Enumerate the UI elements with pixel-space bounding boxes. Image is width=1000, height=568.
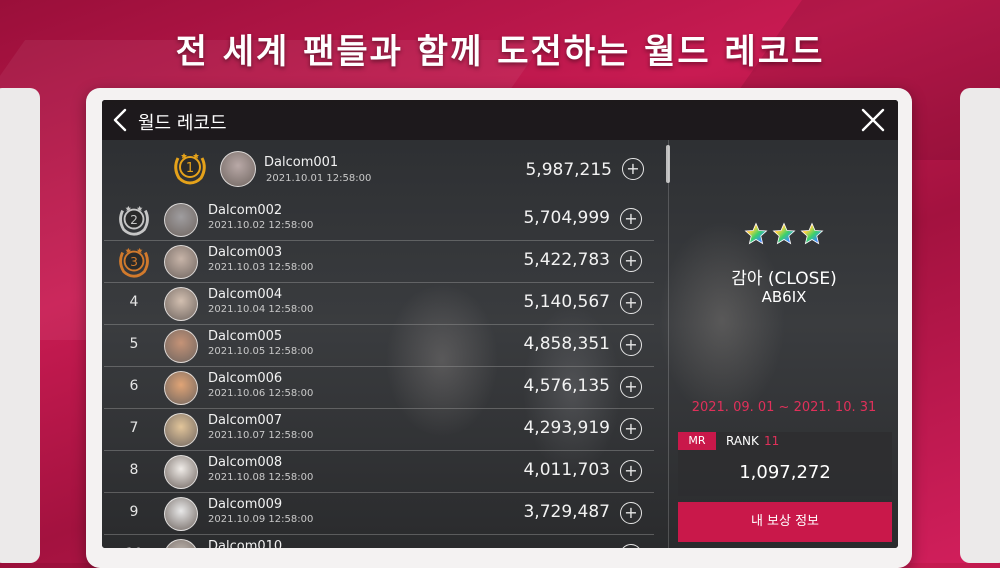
ranking-row[interactable]: 5 Dalcom005 2021.10.05 12:58:00 4,858,351 + bbox=[104, 324, 654, 367]
record-date: 2021.10.06 12:58:00 bbox=[208, 388, 314, 399]
record-date: 2021.10.03 12:58:00 bbox=[208, 262, 314, 273]
player-score: 5,704,999 bbox=[523, 208, 610, 228]
plus-circle-icon[interactable]: + bbox=[620, 250, 642, 272]
player-name: Dalcom003 bbox=[208, 245, 283, 260]
player-score: 5,987,215 bbox=[525, 160, 612, 180]
star-icon bbox=[744, 222, 768, 245]
rank-number: 7 bbox=[129, 420, 139, 436]
player-score: 5,140,567 bbox=[523, 292, 610, 312]
ranking-row[interactable]: 8 Dalcom008 2021.10.08 12:58:00 4,011,703 + bbox=[104, 450, 654, 493]
chevron-left-icon[interactable] bbox=[110, 107, 132, 133]
avatar bbox=[164, 371, 198, 405]
plus-circle-icon[interactable]: + bbox=[622, 158, 644, 180]
plus-circle-icon[interactable]: + bbox=[620, 376, 642, 398]
player-name: Dalcom010 bbox=[208, 539, 283, 548]
season-period: 2021. 09. 01 ~ 2021. 10. 31 bbox=[691, 400, 877, 415]
laurel-medal-icon: 1 bbox=[174, 153, 206, 185]
player-score: 4,576,135 bbox=[523, 376, 610, 396]
star-icon bbox=[800, 222, 824, 245]
plus-circle-icon[interactable]: + bbox=[620, 502, 642, 524]
plus-circle-icon[interactable]: + bbox=[620, 208, 642, 230]
world-record-screen: 월드 레코드 1 Dalcom001 2021.10.01 12:58:00 5,98… bbox=[102, 100, 898, 548]
avatar bbox=[164, 497, 198, 531]
my-score: 1,097,272 bbox=[739, 462, 831, 483]
record-date: 2021.10.01 12:58:00 bbox=[266, 173, 372, 184]
ranking-row[interactable]: 2 Dalcom002 2021.10.02 12:58:00 5,704,999 + bbox=[104, 198, 654, 241]
song-title: 감아 (CLOSE) bbox=[731, 269, 837, 289]
avatar bbox=[164, 455, 198, 489]
ranking-row[interactable]: 4 Dalcom004 2021.10.04 12:58:00 5,140,567 + bbox=[104, 282, 654, 325]
record-date: 2021.10.07 12:58:00 bbox=[208, 430, 314, 441]
screen-title: 월드 레코드 bbox=[138, 113, 227, 134]
plus-circle-icon[interactable]: + bbox=[620, 334, 642, 356]
medal-rank-number: 2 bbox=[130, 213, 138, 227]
player-score: 4,011,703 bbox=[523, 460, 610, 480]
my-record-box: MR RANK 11 1,097,272 bbox=[678, 432, 892, 496]
plus-circle-icon[interactable]: + bbox=[620, 460, 642, 482]
avatar bbox=[164, 245, 198, 279]
player-score: 5,422,783 bbox=[523, 250, 610, 270]
player-score: 3,729,487 bbox=[523, 502, 610, 522]
player-name: Dalcom001 bbox=[264, 155, 339, 170]
my-rank-label: RANK bbox=[726, 434, 759, 448]
avatar bbox=[164, 413, 198, 447]
screen-header: 월드 레코드 bbox=[102, 100, 898, 140]
laurel-medal-icon: 2 bbox=[119, 205, 149, 236]
song-info-panel: 감아 (CLOSE) AB6IX 2021. 09. 01 ~ 2021. 10… bbox=[670, 140, 898, 548]
ranking-row[interactable]: 1 Dalcom001 2021.10.01 12:58:00 5,987,215 + bbox=[102, 140, 664, 198]
plus-circle-icon[interactable]: + bbox=[620, 292, 642, 314]
plus-circle-icon[interactable]: + bbox=[620, 544, 642, 548]
player-name: Dalcom009 bbox=[208, 497, 283, 512]
ranking-row[interactable]: 9 Dalcom009 2021.10.09 12:58:00 3,729,487 + bbox=[104, 492, 654, 535]
avatar bbox=[164, 539, 198, 548]
difficulty-stars bbox=[670, 222, 898, 250]
previous-page-card bbox=[0, 88, 40, 563]
banner-title: 전 세계 팬들과 함께 도전하는 월드 레코드 bbox=[175, 32, 825, 72]
medal-rank-number: 1 bbox=[186, 161, 194, 176]
record-date: 2021.10.05 12:58:00 bbox=[208, 346, 314, 357]
rank-number: 8 bbox=[129, 462, 139, 478]
my-reward-info-button[interactable]: 내 보상 정보 bbox=[678, 502, 892, 542]
player-name: Dalcom002 bbox=[208, 203, 283, 218]
ranking-row[interactable]: 10 Dalcom010 + bbox=[104, 534, 654, 548]
record-date: 2021.10.04 12:58:00 bbox=[208, 304, 314, 315]
medal-rank-number: 3 bbox=[130, 255, 138, 269]
ranking-row[interactable]: 3 Dalcom003 2021.10.03 12:58:00 5,422,783 + bbox=[104, 240, 654, 283]
avatar bbox=[164, 329, 198, 363]
player-name: Dalcom005 bbox=[208, 329, 283, 344]
player-name: Dalcom008 bbox=[208, 455, 283, 470]
rank-number: 4 bbox=[129, 294, 139, 310]
player-name: Dalcom007 bbox=[208, 413, 283, 428]
avatar bbox=[220, 151, 256, 187]
panel-divider bbox=[668, 140, 669, 548]
rank-number: 10 bbox=[122, 546, 146, 548]
avatar bbox=[164, 287, 198, 321]
star-icon bbox=[772, 222, 796, 245]
rank-number: 5 bbox=[129, 336, 139, 352]
my-rank-value: 11 bbox=[764, 434, 780, 448]
ranking-row[interactable]: 6 Dalcom006 2021.10.06 12:58:00 4,576,135 + bbox=[104, 366, 654, 409]
player-name: Dalcom006 bbox=[208, 371, 283, 386]
my-record-badge: MR bbox=[678, 432, 716, 450]
close-icon[interactable] bbox=[860, 107, 886, 133]
record-date: 2021.10.02 12:58:00 bbox=[208, 220, 314, 231]
record-date: 2021.10.09 12:58:00 bbox=[208, 514, 314, 525]
ranking-row[interactable]: 7 Dalcom007 2021.10.07 12:58:00 4,293,919 + bbox=[104, 408, 654, 451]
player-score: 4,858,351 bbox=[523, 334, 610, 354]
avatar bbox=[164, 203, 198, 237]
ranking-list[interactable]: 1 Dalcom001 2021.10.01 12:58:00 5,987,215 +2… bbox=[102, 140, 664, 548]
next-page-card bbox=[960, 88, 1000, 563]
song-artist: AB6IX bbox=[761, 288, 807, 306]
plus-circle-icon[interactable]: + bbox=[620, 418, 642, 440]
rank-number: 9 bbox=[129, 504, 139, 520]
laurel-medal-icon: 3 bbox=[119, 247, 149, 278]
player-score: 4,293,919 bbox=[523, 418, 610, 438]
player-name: Dalcom004 bbox=[208, 287, 283, 302]
record-date: 2021.10.08 12:58:00 bbox=[208, 472, 314, 483]
rank-number: 6 bbox=[129, 378, 139, 394]
